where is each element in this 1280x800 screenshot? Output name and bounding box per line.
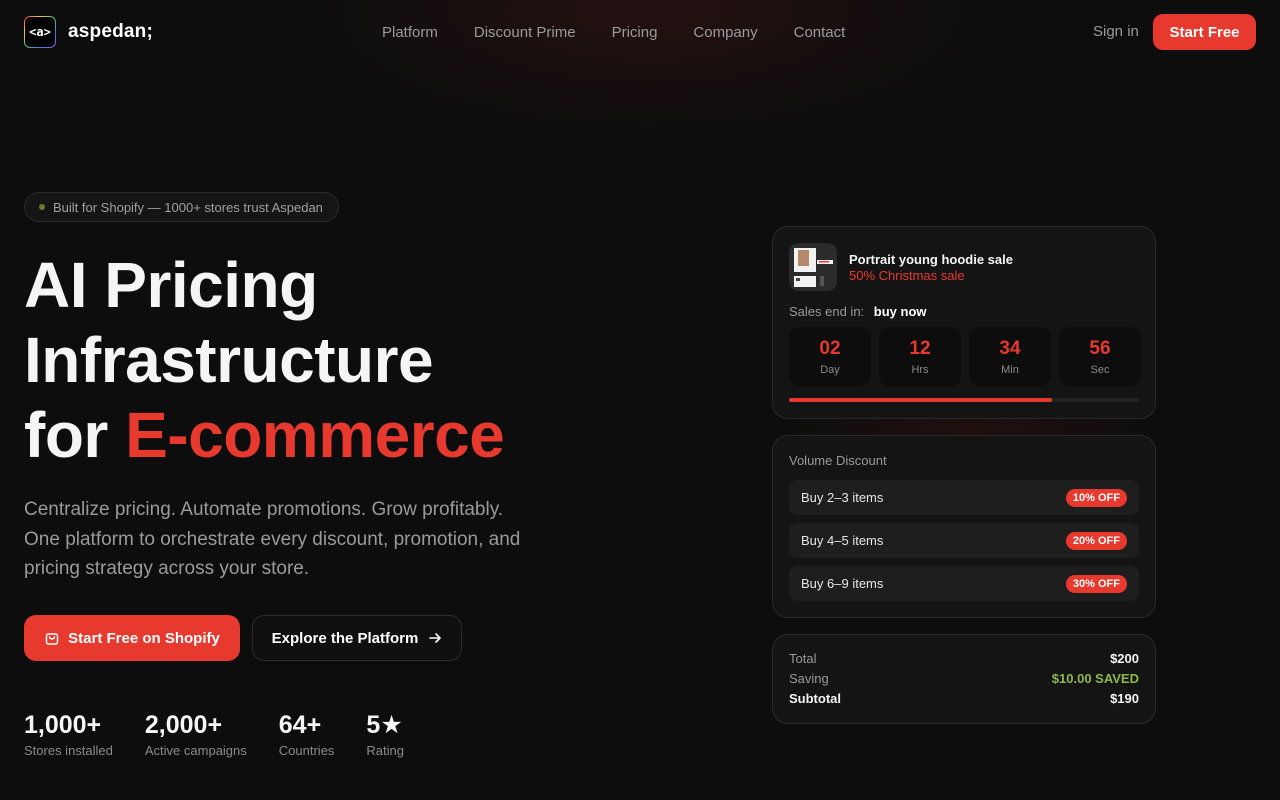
volume-tier-label: Buy 6–9 items: [801, 576, 884, 591]
saving-label: Saving: [789, 671, 829, 686]
trust-badge-text: Built for Shopify — 1000+ stores trust A…: [53, 199, 323, 215]
stat-label: Active campaigns: [144, 743, 247, 758]
volume-tier-label: Buy 2–3 items: [801, 490, 884, 505]
nav-company[interactable]: Company: [693, 24, 757, 41]
sales-end: Sales end in: buy now: [789, 304, 927, 319]
sale-progress-fill: [789, 398, 1052, 402]
stat-label: Rating: [366, 743, 404, 758]
arrow-right-icon: [429, 633, 442, 643]
countdown-timer: 02 Day 12 Hrs 34 Min 56 Sec: [789, 327, 1141, 386]
volume-tier-row[interactable]: Buy 4–5 items 20% OFF: [789, 523, 1139, 558]
hero-title-line3-prefix: for: [24, 399, 126, 471]
stat-countries: 64+ Countries: [279, 710, 335, 758]
stat-label: Countries: [278, 743, 335, 758]
explore-platform-button[interactable]: Explore the Platform: [252, 615, 462, 661]
discount-badge: 30% OFF: [1065, 574, 1127, 593]
volume-tier-label: Buy 4–5 items: [801, 533, 884, 548]
nav-discount-prime[interactable]: Discount Prime: [474, 24, 576, 41]
discount-badge: 10% OFF: [1065, 488, 1127, 507]
hero-title-line1: AI Pricing: [24, 249, 318, 321]
product-thumbnail: [789, 243, 837, 291]
stat-value: 1,000+: [24, 711, 102, 739]
countdown-hours: 12 Hrs: [879, 327, 961, 386]
start-free-button[interactable]: Start Free: [1153, 14, 1256, 50]
discount-badge: 20% OFF: [1065, 531, 1127, 550]
stat-rating: 5★ Rating: [366, 710, 404, 758]
stats-row: 1,000+ Stores installed 2,000+ Active ca…: [24, 710, 436, 758]
countdown-seconds: 56 Sec: [1059, 327, 1141, 386]
explore-platform-label: Explore the Platform: [271, 629, 419, 647]
order-summary-card: Total $200 Saving $10.00 SAVED Subtotal …: [772, 634, 1156, 724]
flash-sale-card: Portrait young hoodie sale 50% Christmas…: [772, 226, 1156, 419]
subtotal-label: Subtotal: [789, 691, 841, 706]
hero-title: AI Pricing Infrastructure for E-commerce: [24, 248, 624, 473]
saving-row: Saving $10.00 SAVED: [789, 671, 1139, 686]
total-label: Total: [789, 651, 817, 666]
logo-text: aspedan;: [68, 21, 154, 42]
sales-end-label: Sales end in:: [789, 304, 865, 319]
shopping-bag-icon: [45, 633, 59, 645]
stat-value: 64+: [278, 711, 322, 739]
status-dot-icon: [39, 204, 45, 210]
logo[interactable]: <a> aspedan;: [24, 16, 153, 48]
main-nav: Platform Discount Prime Pricing Company …: [382, 24, 881, 41]
hero-title-line2: Infrastructure: [24, 324, 434, 396]
countdown-label: Hrs: [911, 363, 929, 376]
countdown-label: Day: [820, 363, 840, 376]
nav-pricing[interactable]: Pricing: [612, 24, 658, 41]
logo-icon: <a>: [24, 16, 56, 48]
countdown-label: Min: [1001, 363, 1019, 376]
stat-value: 2,000+: [144, 711, 223, 739]
volume-tier-row[interactable]: Buy 6–9 items 30% OFF: [789, 566, 1139, 601]
stat-value: 5★: [366, 711, 403, 739]
trust-badge: Built for Shopify — 1000+ stores trust A…: [24, 192, 339, 222]
stat-stores: 1,000+ Stores installed: [24, 710, 113, 758]
saving-value: $10.00 SAVED: [1051, 671, 1139, 686]
volume-discount-title: Volume Discount: [789, 453, 887, 468]
site-header: <a> aspedan; Platform Discount Prime Pri…: [0, 0, 1280, 64]
countdown-value: 02: [819, 337, 841, 359]
hero-title-accent: E-commerce: [125, 399, 505, 471]
stat-campaigns: 2,000+ Active campaigns: [145, 710, 247, 758]
volume-tier-row[interactable]: Buy 2–3 items 10% OFF: [789, 480, 1139, 515]
sign-in-link[interactable]: Sign in: [1093, 23, 1139, 40]
product-image-icon: [789, 243, 837, 291]
product-title: Portrait young hoodie sale: [849, 252, 1013, 267]
countdown-value: 34: [999, 337, 1021, 359]
countdown-day: 02 Day: [789, 327, 871, 386]
total-row: Total $200: [789, 651, 1139, 666]
buy-now-link[interactable]: buy now: [874, 304, 927, 319]
countdown-value: 56: [1089, 337, 1111, 359]
subtotal-row: Subtotal $190: [789, 691, 1139, 706]
subtotal-value: $190: [1110, 691, 1139, 706]
volume-discount-card: Volume Discount Buy 2–3 items 10% OFF Bu…: [772, 435, 1156, 618]
hero-subtitle: Centralize pricing. Automate promotions.…: [24, 499, 521, 579]
nav-contact[interactable]: Contact: [794, 24, 846, 41]
sale-progress-bar: [789, 398, 1139, 402]
total-value: $200: [1110, 651, 1139, 666]
start-free-shopify-button[interactable]: Start Free on Shopify: [24, 615, 240, 661]
start-free-shopify-label: Start Free on Shopify: [68, 629, 220, 647]
countdown-minutes: 34 Min: [969, 327, 1051, 386]
product-subtitle: 50% Christmas sale: [849, 268, 965, 283]
stat-label: Stores installed: [24, 743, 113, 758]
nav-platform[interactable]: Platform: [382, 24, 438, 41]
countdown-label: Sec: [1090, 363, 1110, 376]
countdown-value: 12: [909, 337, 931, 359]
